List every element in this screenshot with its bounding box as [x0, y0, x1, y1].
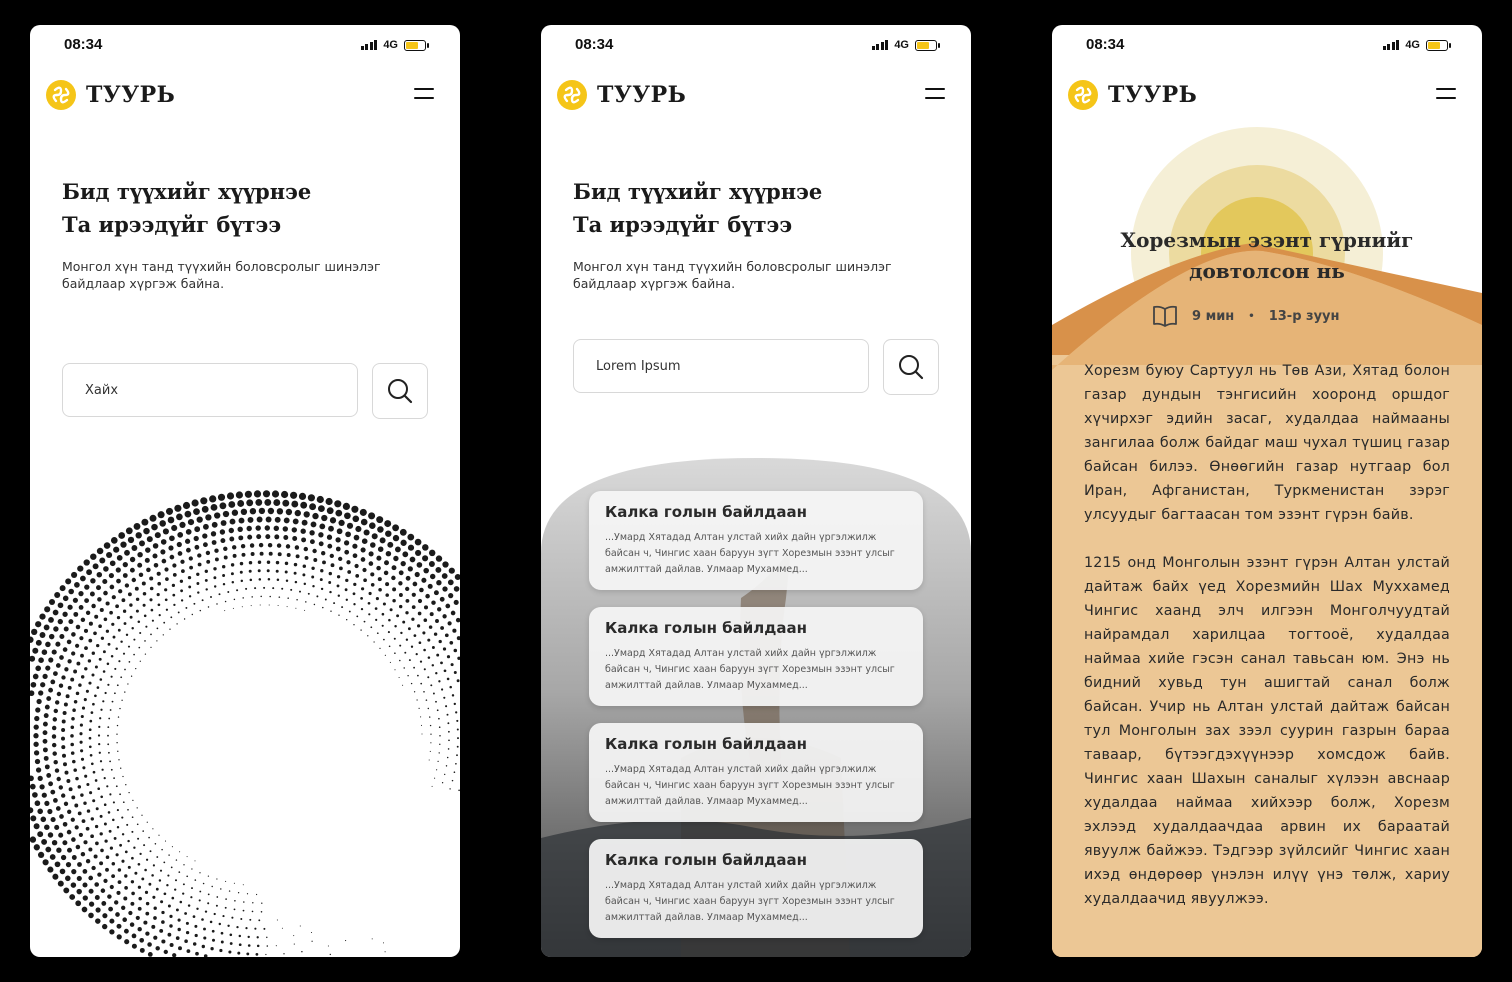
brand[interactable]: ТУУРЬ — [1068, 80, 1197, 110]
signal-icon — [1382, 40, 1400, 50]
logo-icon — [1068, 80, 1098, 110]
brand-name: ТУУРЬ — [1108, 82, 1198, 108]
logo-icon — [46, 80, 76, 110]
network-label: 4G — [894, 39, 909, 51]
hero-title: Бид түүхийг хүүрнэе Та ирээдүйг бүтээ — [62, 175, 311, 241]
hero-subtitle: Монгол хүн танд түүхийн боловсролыг шинэ… — [62, 259, 381, 291]
status-icons: 4G — [1382, 39, 1451, 51]
status-time: 08:34 — [1086, 36, 1125, 53]
article-title: Хорезмын эзэнт гүрнийг довтолсон нь — [1052, 225, 1482, 287]
result-excerpt: ...Умард Хятадад Алтан улстай хийх дайн … — [605, 764, 895, 807]
hero-title-line1: Бид түүхийг хүүрнэе — [573, 179, 823, 204]
article-screen: 08:34 4G ТУУРЬ Хорезмын эзэнт гүрнийг до… — [1052, 25, 1482, 957]
menu-button[interactable] — [1436, 88, 1456, 104]
result-excerpt: ...Умард Хятадад Алтан улстай хийх дайн … — [605, 648, 895, 691]
home-screen: 08:34 4G ТУУРЬ Бид түүхийг хүүрнэе Та ир… — [30, 25, 460, 957]
result-title: Калка голын байлдаан — [605, 619, 807, 637]
battery-icon — [1426, 39, 1451, 51]
book-icon — [1153, 305, 1177, 327]
search-results-screen: 08:34 4G ТУУРЬ Бид түүхийг хүүрнэе Та ир… — [541, 25, 971, 957]
search-icon — [388, 379, 413, 404]
brand-name: ТУУРЬ — [86, 82, 176, 108]
article-paragraph: 1215 онд Монголын эзэнт гүрэн Алтан улст… — [1084, 555, 1450, 907]
result-title: Калка голын байлдаан — [605, 503, 807, 521]
result-card[interactable]: Калка голын байлдаан ...Умард Хятадад Ал… — [589, 491, 923, 590]
article-meta: 9 мин • 13-р зуун — [1152, 305, 1340, 327]
status-icons: 4G — [871, 39, 940, 51]
search-input[interactable]: Хайх — [62, 363, 358, 417]
search-icon — [899, 355, 924, 380]
status-time: 08:34 — [64, 36, 103, 53]
signal-icon — [360, 40, 378, 50]
era-label: 13-р зуун — [1268, 308, 1340, 324]
status-time: 08:34 — [575, 36, 614, 53]
battery-icon — [404, 39, 429, 51]
hero-title-line2: Та ирээдүйг бүтээ — [62, 212, 282, 237]
search-button[interactable] — [372, 363, 428, 419]
halftone-decoration — [30, 490, 460, 957]
meta-separator-dot: • — [1248, 310, 1255, 322]
result-card[interactable]: Калка голын байлдаан ...Умард Хятадад Ал… — [589, 607, 923, 706]
article-title-line2: довтолсон нь — [1189, 259, 1345, 283]
search-input[interactable]: Lorem Ipsum — [573, 339, 869, 393]
status-icons: 4G — [360, 39, 429, 51]
hero-title: Бид түүхийг хүүрнэе Та ирээдүйг бүтээ — [573, 175, 822, 241]
network-label: 4G — [1405, 39, 1420, 51]
article-title-line1: Хорезмын эзэнт гүрнийг — [1120, 228, 1414, 252]
battery-icon — [915, 39, 940, 51]
menu-button[interactable] — [925, 88, 945, 104]
logo-icon — [557, 80, 587, 110]
result-title: Калка голын байлдаан — [605, 851, 807, 869]
brand[interactable]: ТУУРЬ — [557, 80, 686, 110]
result-card[interactable]: Калка голын байлдаан ...Умард Хятадад Ал… — [589, 839, 923, 938]
brand[interactable]: ТУУРЬ — [46, 80, 175, 110]
result-card[interactable]: Калка голын байлдаан ...Умард Хятадад Ал… — [589, 723, 923, 822]
result-title: Калка голын байлдаан — [605, 735, 807, 753]
result-excerpt: ...Умард Хятадад Алтан улстай хийх дайн … — [605, 880, 895, 923]
signal-icon — [871, 40, 889, 50]
read-time: 9 мин — [1192, 308, 1235, 324]
hero-subtitle: Монгол хүн танд түүхийн боловсролыг шинэ… — [573, 259, 892, 291]
results-background-image: Калка голын байлдаан ...Умард Хятадад Ал… — [541, 458, 971, 957]
brand-name: ТУУРЬ — [597, 82, 687, 108]
hero-title-line2: Та ирээдүйг бүтээ — [573, 212, 793, 237]
article-body: Хорезм буюу Сартуул нь Төв Ази, Хятад бо… — [1084, 359, 1450, 935]
search-button[interactable] — [883, 339, 939, 395]
network-label: 4G — [383, 39, 398, 51]
hero-title-line1: Бид түүхийг хүүрнэе — [62, 179, 312, 204]
menu-button[interactable] — [414, 88, 434, 104]
result-excerpt: ...Умард Хятадад Алтан улстай хийх дайн … — [605, 532, 895, 575]
article-paragraph: Хорезм буюу Сартуул нь Төв Ази, Хятад бо… — [1084, 363, 1450, 523]
